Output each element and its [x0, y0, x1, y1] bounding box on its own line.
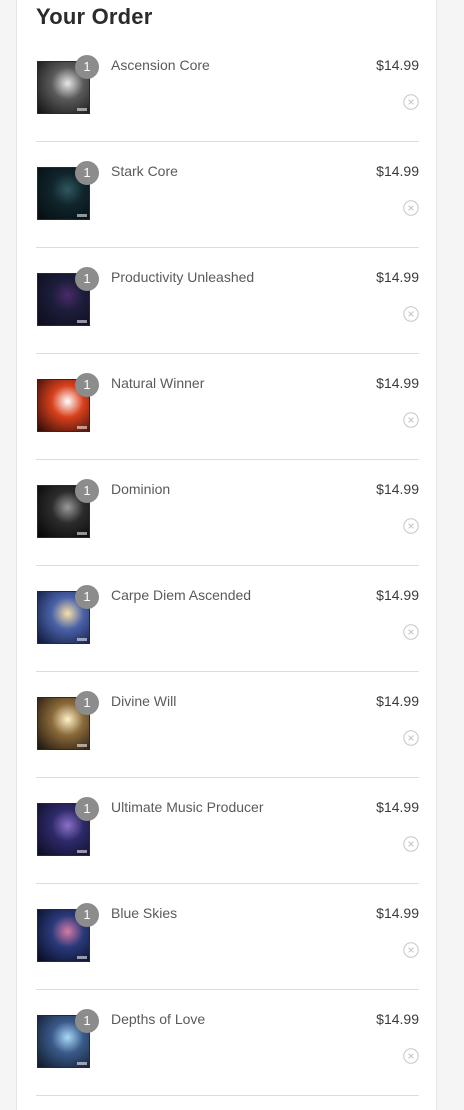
remove-item-button[interactable] — [403, 624, 419, 640]
product-price: $14.99 — [376, 799, 419, 815]
product-name: Stark Core — [111, 163, 178, 179]
album-logo-mark — [77, 1062, 87, 1065]
order-item: 1 Stark Core $14.99 — [36, 142, 419, 248]
quantity-badge: 1 — [75, 479, 99, 503]
order-title: Your Order — [36, 4, 153, 29]
product-name: Depths of Love — [111, 1011, 206, 1027]
album-logo-mark — [77, 108, 87, 111]
quantity-badge: 1 — [75, 691, 99, 715]
product-price: $14.99 — [376, 481, 419, 497]
remove-item-button[interactable] — [403, 518, 419, 534]
album-logo-mark — [77, 320, 87, 323]
product-name: Dominion — [111, 481, 171, 497]
product-price: $14.99 — [376, 375, 419, 391]
quantity-badge: 1 — [75, 797, 99, 821]
album-logo-mark — [77, 850, 87, 853]
quantity-badge: 1 — [75, 161, 99, 185]
close-circle-icon — [403, 518, 419, 534]
album-logo-mark — [77, 744, 87, 747]
remove-item-button[interactable] — [403, 94, 419, 110]
album-logo-mark — [77, 426, 87, 429]
quantity-badge: 1 — [75, 267, 99, 291]
remove-item-button[interactable] — [403, 1048, 419, 1064]
quantity-badge: 1 — [75, 585, 99, 609]
album-logo-mark — [77, 214, 87, 217]
order-item: 1 Divine Will $14.99 — [36, 672, 419, 778]
product-name: Ultimate Music Producer — [111, 799, 264, 815]
product-name: Carpe Diem Ascended — [111, 587, 252, 603]
order-item: 1 Blue Skies $14.99 — [36, 884, 419, 990]
remove-item-button[interactable] — [403, 942, 419, 958]
album-logo-mark — [77, 956, 87, 959]
order-item: 1 Carpe Diem Ascended $14.99 — [36, 566, 419, 672]
product-price: $14.99 — [376, 57, 419, 73]
product-name: Ascension Core — [111, 57, 210, 73]
remove-item-button[interactable] — [403, 412, 419, 428]
quantity-badge: 1 — [75, 903, 99, 927]
close-circle-icon — [403, 94, 419, 110]
product-name: Divine Will — [111, 693, 177, 709]
product-price: $14.99 — [376, 1011, 419, 1027]
product-name: Productivity Unleashed — [111, 269, 255, 285]
remove-item-button[interactable] — [403, 306, 419, 322]
product-price: $14.99 — [376, 693, 419, 709]
order-item: 1 Depths of Love $14.99 — [36, 990, 419, 1096]
order-item: 1 Ascension Core $14.99 — [36, 36, 419, 142]
product-name: Blue Skies — [111, 905, 178, 921]
order-item: 1 Ultimate Music Producer $14.99 — [36, 778, 419, 884]
product-price: $14.99 — [376, 905, 419, 921]
order-panel: Your Order 1 Ascension Core $14.99 1 Sta… — [16, 0, 437, 1110]
close-circle-icon — [403, 624, 419, 640]
product-price: $14.99 — [376, 269, 419, 285]
album-logo-mark — [77, 638, 87, 641]
close-circle-icon — [403, 730, 419, 746]
order-item: 1 Productivity Unleashed $14.99 — [36, 248, 419, 354]
remove-item-button[interactable] — [403, 836, 419, 852]
quantity-badge: 1 — [75, 55, 99, 79]
quantity-badge: 1 — [75, 373, 99, 397]
close-circle-icon — [403, 412, 419, 428]
close-circle-icon — [403, 942, 419, 958]
remove-item-button[interactable] — [403, 200, 419, 216]
product-price: $14.99 — [376, 587, 419, 603]
close-circle-icon — [403, 836, 419, 852]
order-item: 1 Natural Winner $14.99 — [36, 354, 419, 460]
order-items-list: 1 Ascension Core $14.99 1 Stark Core $14… — [36, 36, 419, 1096]
close-circle-icon — [403, 306, 419, 322]
order-item: 1 Dominion $14.99 — [36, 460, 419, 566]
product-price: $14.99 — [376, 163, 419, 179]
close-circle-icon — [403, 200, 419, 216]
product-name: Natural Winner — [111, 375, 205, 391]
remove-item-button[interactable] — [403, 730, 419, 746]
quantity-badge: 1 — [75, 1009, 99, 1033]
album-logo-mark — [77, 532, 87, 535]
close-circle-icon — [403, 1048, 419, 1064]
